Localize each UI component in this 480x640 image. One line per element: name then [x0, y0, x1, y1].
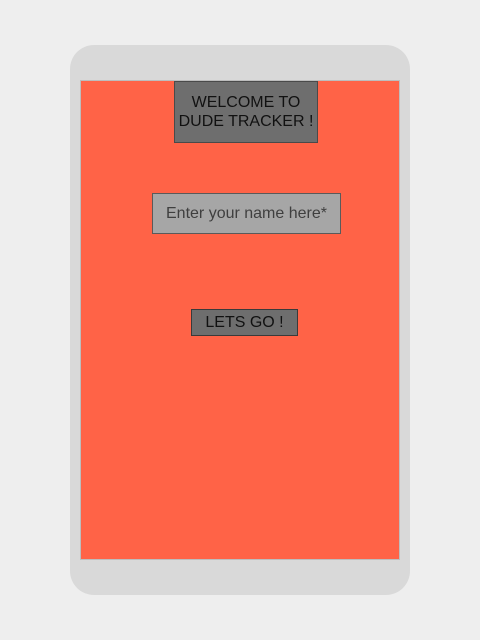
- welcome-banner: WELCOME TO DUDE TRACKER !: [174, 81, 318, 143]
- welcome-line-1: WELCOME TO: [191, 94, 301, 111]
- lets-go-button[interactable]: LETS GO !: [191, 309, 298, 336]
- welcome-line-2: DUDE TRACKER !: [178, 113, 314, 130]
- app-screen: WELCOME TO DUDE TRACKER ! LETS GO !: [80, 80, 400, 560]
- name-input[interactable]: [152, 193, 341, 234]
- device-frame: WELCOME TO DUDE TRACKER ! LETS GO !: [70, 45, 410, 595]
